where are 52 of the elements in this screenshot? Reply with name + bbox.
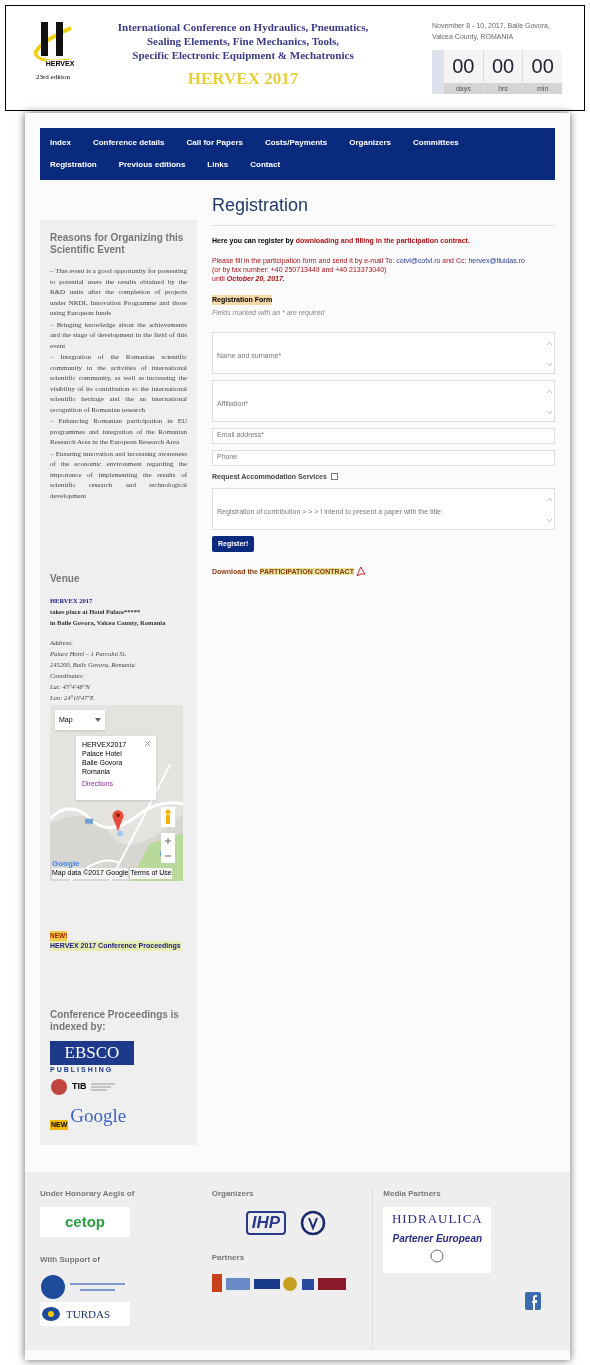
map-pin-icon (112, 808, 124, 831)
facebook-icon[interactable] (525, 1292, 541, 1310)
footer-heading: Under Honorary Aegis of (40, 1188, 136, 1200)
footer-heading: Partners (211, 1252, 246, 1264)
nav-link[interactable]: Contact (250, 159, 281, 171)
conference-title: Specific Electronic Equipment & Mechatronics (132, 48, 354, 62)
countdown-value: 00 (490, 54, 516, 79)
seal-icon (50, 1077, 68, 1096)
caret-icon (95, 717, 101, 722)
tib-logo: TIB (72, 1079, 87, 1093)
zoom-control[interactable] (161, 832, 175, 863)
resize-arrows-icon (547, 388, 552, 415)
ebsco-logo: EBSCO (50, 1041, 134, 1065)
nav-link[interactable]: Call for Papers (186, 137, 243, 149)
cetop-logo: cetop (40, 1207, 130, 1237)
sidebar-heading: Venue (50, 572, 81, 586)
footer-heading: With Support of (40, 1254, 101, 1266)
map-logo: Google (52, 859, 80, 869)
google-logo: Google (70, 1103, 127, 1128)
pegman-icon[interactable] (161, 806, 175, 827)
emblem-icon (300, 1210, 326, 1236)
pdf-icon (355, 566, 366, 577)
footer-heading: Media Partners (383, 1188, 442, 1200)
nav-link[interactable]: Committees (413, 137, 459, 149)
footer-heading: Organizers (211, 1188, 255, 1200)
media-partner-logo: HIDRAULICA Partener European (383, 1207, 492, 1273)
sidebar-heading: Conference Proceedings is indexed by: (50, 1009, 180, 1033)
turdas-logo: TURDAS (40, 1302, 130, 1326)
countdown-value: 00 (451, 54, 476, 79)
seal-icon (430, 1248, 445, 1263)
nav-link[interactable]: Previous editions (118, 159, 186, 171)
checkbox[interactable] (330, 473, 338, 481)
nav-link[interactable]: Organizers (349, 137, 391, 149)
conference-title: International Conference on Hydraulics, Pneumatics, (117, 20, 369, 34)
conference-title: Sealing Elements, Fine Mechanics, Tools, (146, 34, 340, 48)
nav-link[interactable]: Costs/Payments (264, 137, 328, 149)
nav-link[interactable]: Registration (50, 159, 97, 171)
countdown-value: 00 (530, 54, 555, 79)
ihp-logo: IHP (245, 1211, 286, 1235)
resize-arrows-icon (547, 497, 552, 523)
nav-link[interactable]: Index (50, 137, 71, 149)
close-icon[interactable] (145, 740, 150, 746)
minus-icon (165, 855, 171, 858)
event-name: HERVEX 2017 (187, 68, 299, 90)
plus-icon (165, 838, 171, 845)
resize-arrows-icon (547, 340, 552, 367)
nav-link[interactable]: Links (207, 159, 229, 171)
sidebar-heading: Reasons for Organizing this Scientific Event (50, 232, 185, 256)
tib-caption-icon (90, 1081, 115, 1092)
page-title: Registration (212, 192, 555, 226)
eye-icon (42, 1307, 60, 1321)
nav-link[interactable]: Conference details (92, 137, 165, 149)
